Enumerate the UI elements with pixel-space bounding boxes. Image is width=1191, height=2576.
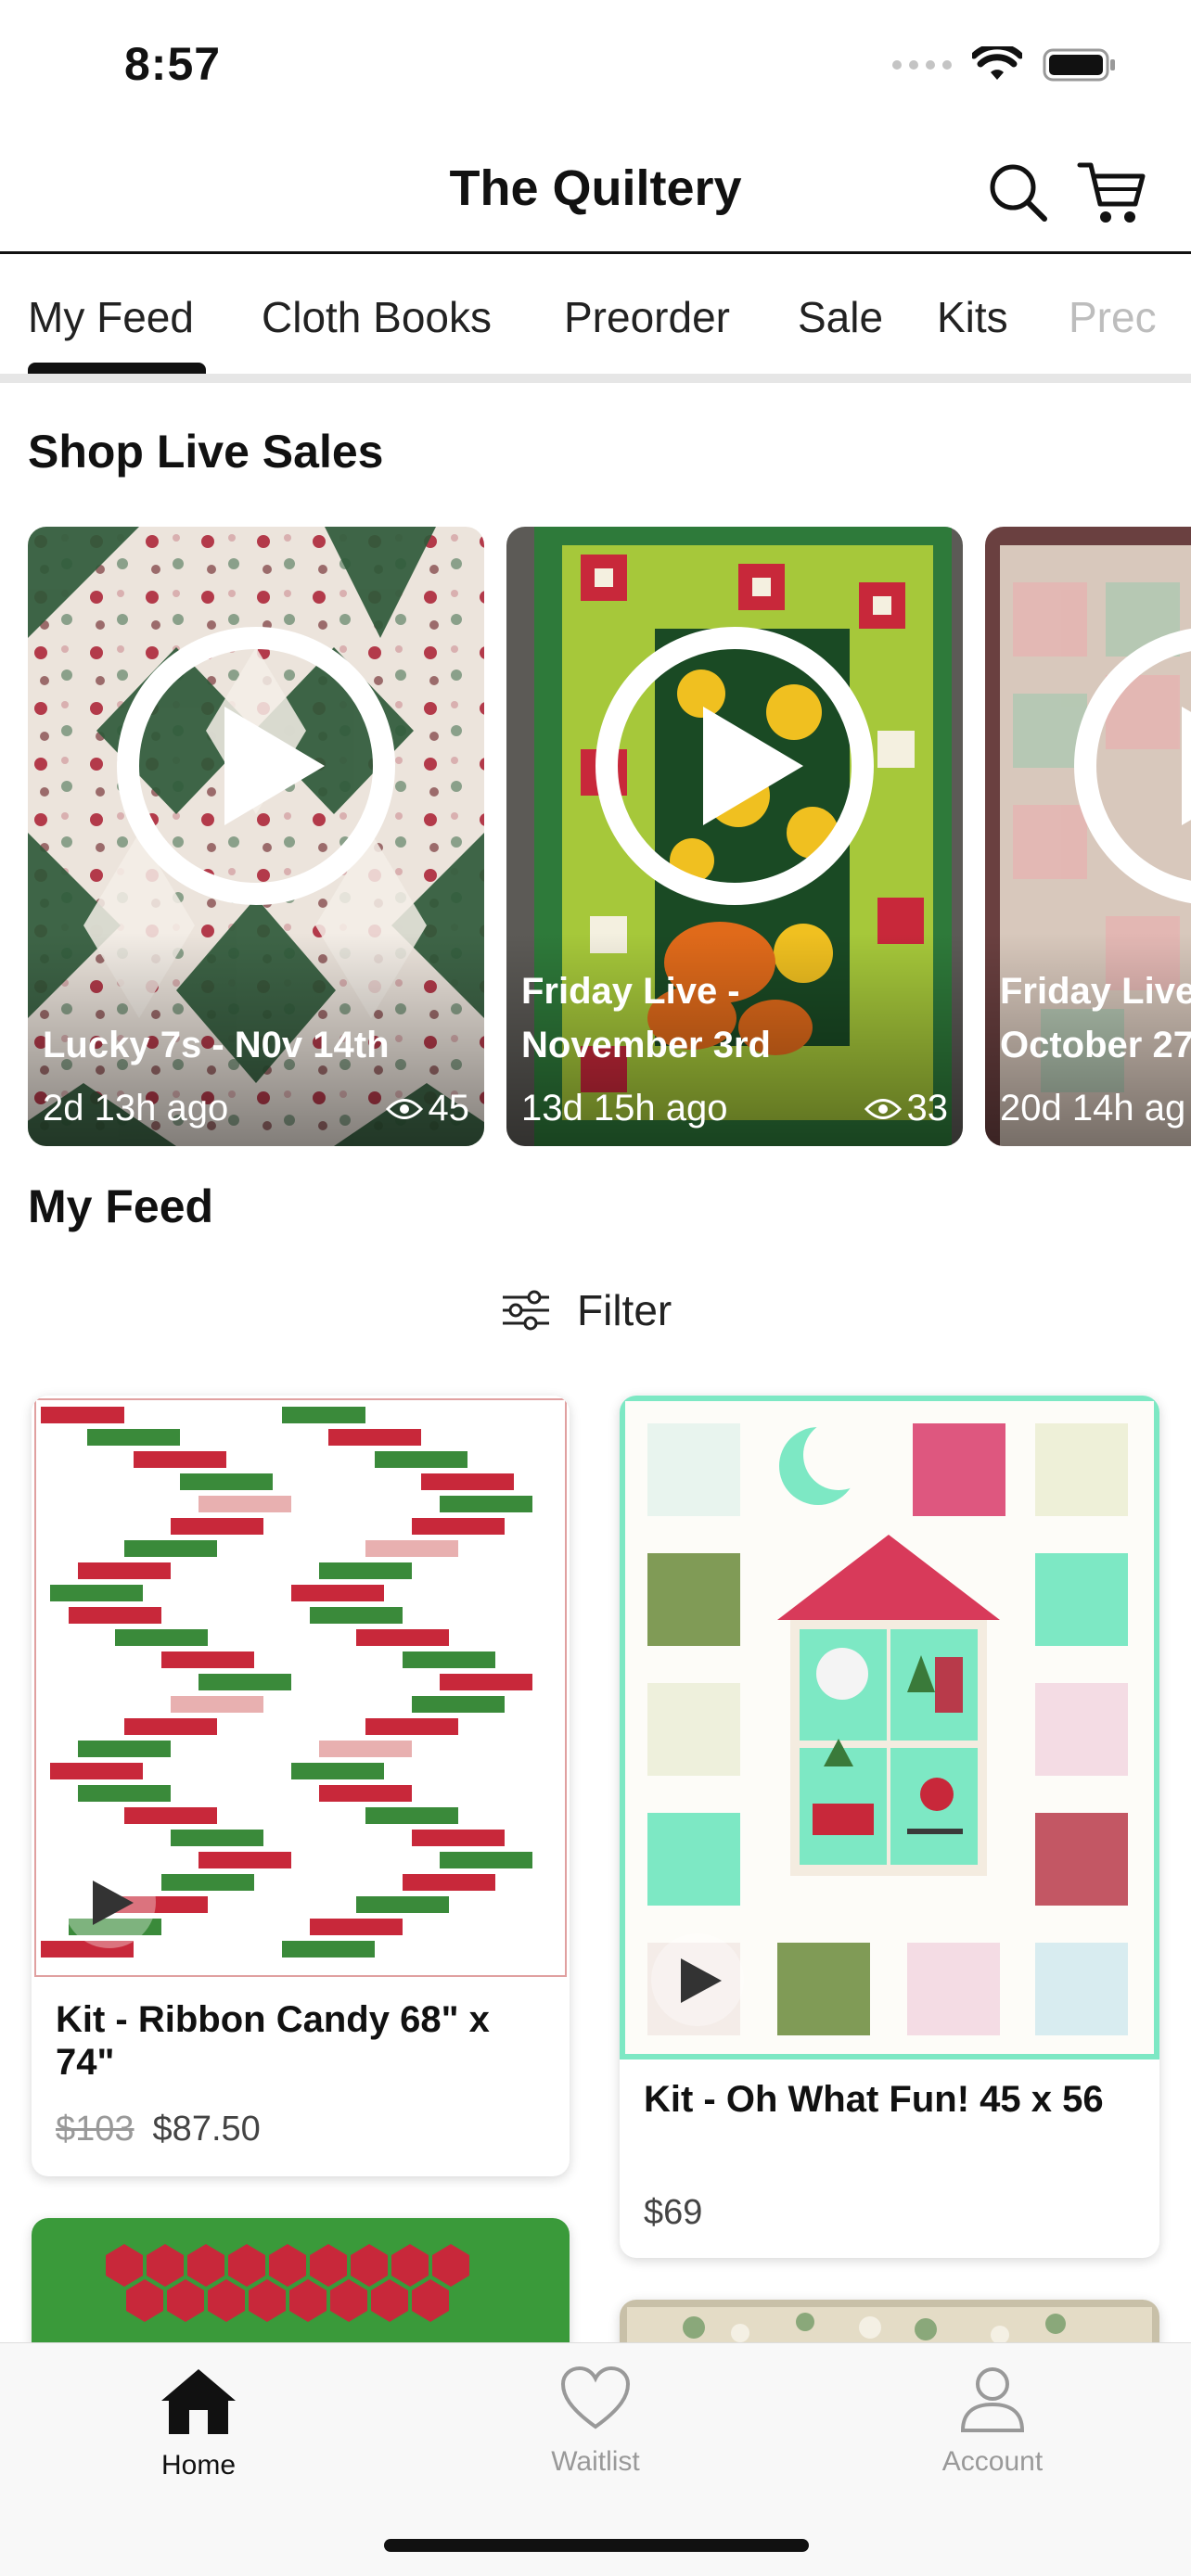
live-sales-heading: Shop Live Sales [28, 426, 384, 478]
cart-icon [1077, 162, 1146, 223]
category-tabs: My Feed Cloth Books Preorder Sale Kits P… [0, 257, 1191, 383]
tab-sale[interactable]: Sale [798, 292, 883, 342]
home-icon [161, 2369, 236, 2434]
status-bar: 8:57 [0, 0, 1191, 139]
live-sale-card[interactable]: Friday Live October 27 20d 14h ag [985, 527, 1191, 1146]
filter-sliders-icon [503, 1290, 549, 1331]
live-sale-title: Friday Live - November 3rd [521, 971, 771, 1065]
product-name: Kit - Ribbon Candy 68" x 74" [56, 1999, 490, 2083]
heart-icon [560, 2366, 631, 2429]
live-sale-title: Lucky 7s - N0v 14th [43, 1025, 390, 1065]
product-price-row: $69 [644, 2193, 702, 2233]
eye-icon [385, 1098, 423, 1119]
play-icon [596, 627, 874, 905]
live-sale-card[interactable]: Lucky 7s - N0v 14th 2d 13h ago 45 [28, 527, 484, 1146]
tab-kits[interactable]: Kits [937, 292, 1008, 342]
live-sale-time: 13d 15h ago [521, 1088, 728, 1129]
video-play-icon [63, 1855, 156, 1948]
product-price-row: $103 $87.50 [56, 2110, 261, 2149]
product-name: Kit - Oh What Fun! 45 x 56 [644, 2079, 1104, 2120]
app-header: The Quiltery [0, 139, 1191, 254]
live-sale-title: Friday Live October 27 [1000, 971, 1191, 1065]
wifi-icon [972, 46, 1022, 80]
nav-waitlist[interactable]: Waitlist [503, 2366, 688, 2478]
tab-my-feed[interactable]: My Feed [28, 292, 194, 342]
tab-precuts[interactable]: Prec [1069, 292, 1157, 342]
filter-label: Filter [577, 1286, 672, 1334]
product-price: $69 [644, 2193, 703, 2232]
view-count: 45 [385, 1088, 470, 1129]
status-icons [892, 46, 1117, 83]
product-price: $87.50 [152, 2110, 261, 2149]
product-original-price: $103 [56, 2110, 134, 2149]
eye-icon [864, 1098, 902, 1119]
battery-icon [1043, 48, 1115, 82]
tab-cloth-books[interactable]: Cloth Books [262, 292, 492, 342]
product-card[interactable]: Kit - Oh What Fun! 45 x 56 $69 [620, 1396, 1159, 2258]
nav-home-label: Home [160, 2450, 237, 2480]
cellular-signal-icon [892, 60, 952, 70]
nav-waitlist-label: Waitlist [551, 2446, 640, 2477]
view-count: 33 [864, 1088, 949, 1129]
view-count-value: 33 [906, 1088, 949, 1129]
search-button[interactable] [981, 156, 1056, 230]
product-card[interactable]: Kit - Ribbon Candy 68" x 74" $103 $87.50 [32, 1396, 570, 2176]
live-sale-time: 20d 14h ag [1000, 1088, 1186, 1129]
nav-account-label: Account [941, 2446, 1044, 2477]
nav-home[interactable]: Home [106, 2366, 291, 2481]
live-sale-card[interactable]: Friday Live - November 3rd 13d 15h ago 3… [506, 527, 963, 1146]
view-count-value: 45 [428, 1088, 470, 1129]
cart-button[interactable] [1074, 156, 1148, 230]
play-icon [117, 627, 395, 905]
active-tab-indicator [28, 363, 206, 374]
home-indicator [384, 2539, 809, 2552]
filter-button[interactable]: Filter [501, 1285, 672, 1335]
tab-preorder[interactable]: Preorder [564, 292, 730, 342]
live-sale-time: 2d 13h ago [43, 1088, 229, 1129]
feed-heading: My Feed [28, 1180, 214, 1232]
status-time: 8:57 [124, 38, 222, 90]
nav-account[interactable]: Account [900, 2366, 1085, 2478]
video-play-icon [651, 1933, 744, 2026]
live-sales-carousel: Lucky 7s - N0v 14th 2d 13h ago 45 Friday… [0, 527, 1191, 1148]
search-icon [990, 164, 1047, 222]
person-icon [960, 2367, 1025, 2432]
